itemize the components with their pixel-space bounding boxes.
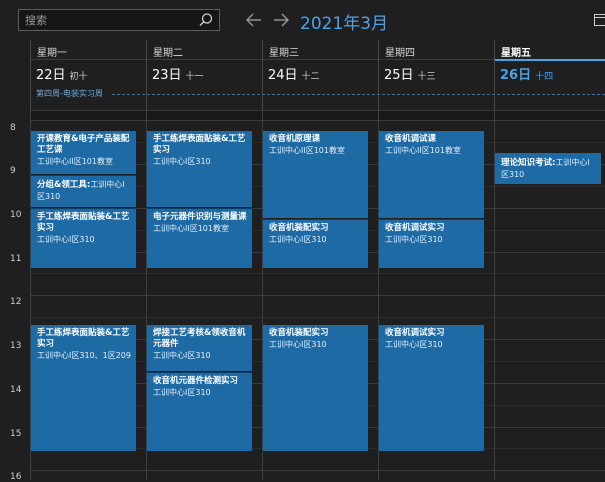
hour-label: 14 [10, 385, 21, 395]
event-title: 焊接工艺考核&领收音机元器件 [153, 328, 247, 350]
grid-line [30, 295, 605, 296]
event-title: 收音机调试实习 [385, 223, 479, 234]
event-thu-debug-pm[interactable]: 收音机调试实习 工训中心I区310 [379, 325, 484, 451]
event-location: 工训中心I区310 [385, 339, 479, 350]
hour-label: 8 [10, 123, 16, 133]
event-thu-debug-class[interactable]: 收音机调试课 工训中心II区101教室 [379, 131, 484, 218]
event-title: 手工练焊表面贴装&工艺实习 [37, 212, 131, 234]
day-header-wed[interactable]: 星期三 24日十二 [262, 40, 378, 110]
event-title: 收音机装配实习 [269, 223, 363, 234]
event-title: 收音机装配实习 [269, 328, 363, 339]
grid-line [30, 273, 605, 274]
hour-label: 11 [10, 254, 21, 264]
divider [263, 59, 378, 60]
date-number: 24日 [268, 68, 298, 83]
search-input[interactable] [25, 12, 195, 28]
grid-top-band [30, 110, 605, 120]
allday-event[interactable]: 第四周-电装实习周 [36, 88, 103, 99]
top-bar: 2021年3月 [0, 0, 605, 40]
date-label: 24日十二 [268, 64, 320, 83]
calendar-icon[interactable] [594, 14, 605, 26]
event-title: 收音机原理课 [269, 134, 363, 145]
date-label: 26日十四 [500, 64, 553, 83]
date-label: 22日初十 [36, 64, 88, 83]
event-wed-assembly[interactable]: 收音机装配实习 工训中心I区310 [263, 219, 368, 268]
event-fri-exam[interactable]: 理论知识考试:工训中心I区310 [495, 153, 601, 184]
weekday-label: 星期二 [153, 44, 183, 59]
event-title: 手工练焊表面贴装&工艺实习 [153, 134, 247, 156]
event-tue-exam[interactable]: 焊接工艺考核&领收音机元器件 工训中心I区310 [147, 325, 252, 371]
day-header-tue[interactable]: 星期二 23日十一 [146, 40, 262, 110]
event-title: 收音机调试实习 [385, 328, 479, 339]
hour-label: 10 [10, 210, 21, 220]
event-location: 工训中心I区310 [385, 234, 479, 245]
date-number: 26日 [500, 68, 531, 83]
event-location: 工训中心I区310 [269, 339, 363, 350]
divider [379, 59, 494, 60]
event-location: 工训中心I区310 [269, 234, 363, 245]
hour-label: 15 [10, 429, 21, 439]
event-location: 工训中心I区310 [153, 156, 247, 167]
event-title: 收音机调试课 [385, 134, 479, 145]
event-location: 工训中心II区101教室 [269, 145, 363, 156]
event-title: 收音机元器件检测实习 [153, 376, 247, 387]
event-tue-components[interactable]: 电子元器件识别与测量课 工训中心II区101教室 [147, 208, 252, 268]
event-wed-assembly-pm[interactable]: 收音机装配实习 工训中心I区310 [263, 325, 368, 451]
search-icon[interactable] [197, 11, 215, 29]
prev-arrow-icon[interactable] [244, 11, 264, 29]
weekday-label: 星期一 [37, 44, 67, 59]
date-label: 25日十三 [384, 64, 436, 83]
event-title: 理论知识考试: [501, 158, 555, 168]
event-location: 工训中心I区310 [153, 387, 247, 398]
event-location: 工训中心I区310 [37, 234, 131, 245]
event-title: 手工练焊表面贴装&工艺实习 [37, 328, 131, 350]
grid-line [30, 317, 605, 318]
event-tue-soldering[interactable]: 手工练焊表面贴装&工艺实习 工训中心I区310 [147, 131, 252, 207]
event-title: 分组&领工具: [37, 180, 90, 190]
event-location: 工训中心II区101教室 [385, 145, 479, 156]
event-title: 开课教育&电子产品装配工艺课 [37, 134, 131, 156]
lunar-date: 十三 [418, 72, 436, 82]
event-mon-intro[interactable]: 开课教育&电子产品装配工艺课 工训中心II区101教室 [31, 131, 136, 174]
grid-line [30, 470, 605, 471]
divider [31, 59, 146, 60]
allday-span-line [112, 94, 605, 95]
hour-label: 13 [10, 341, 21, 351]
event-wed-principle[interactable]: 收音机原理课 工训中心II区101教室 [263, 131, 368, 218]
month-title[interactable]: 2021年3月 [300, 9, 388, 34]
date-label: 23日十一 [152, 64, 204, 83]
lunar-date: 十二 [302, 72, 320, 82]
hour-label: 16 [10, 472, 21, 482]
search-box[interactable] [18, 9, 220, 31]
event-location: 工训中心I区310、1区209 [37, 350, 131, 361]
lunar-date: 初十 [70, 72, 88, 82]
weekday-label: 星期四 [385, 44, 415, 59]
event-mon-tools[interactable]: 分组&领工具:工训中心I区310 [31, 175, 136, 207]
event-thu-debug[interactable]: 收音机调试实习 工训中心I区310 [379, 219, 484, 268]
event-title: 电子元器件识别与测量课 [153, 212, 247, 223]
event-mon-soldering-pm[interactable]: 手工练焊表面贴装&工艺实习 工训中心I区310、1区209 [31, 325, 136, 451]
lunar-date: 十一 [186, 72, 204, 82]
event-location: 工训中心II区101教室 [153, 223, 247, 234]
lunar-date: 十四 [535, 72, 553, 82]
day-header-mon[interactable]: 星期一 22日初十 [30, 40, 146, 110]
divider [147, 59, 262, 60]
grid-line [30, 120, 605, 121]
next-arrow-icon[interactable] [271, 11, 291, 29]
date-number: 25日 [384, 68, 414, 83]
date-number: 23日 [152, 68, 182, 83]
date-number: 22日 [36, 68, 66, 83]
event-tue-inspection[interactable]: 收音机元器件检测实习 工训中心I区310 [147, 372, 252, 451]
hour-label: 12 [10, 297, 21, 307]
weekday-label: 星期三 [269, 44, 299, 59]
day-header-fri[interactable]: 星期五 26日十四 [494, 40, 605, 110]
weekday-label: 星期五 [501, 44, 531, 59]
event-location: 工训中心II区101教室 [37, 156, 131, 167]
hour-label: 9 [10, 166, 16, 176]
event-location: 工训中心I区310 [153, 350, 247, 361]
day-header-thu[interactable]: 星期四 25日十三 [378, 40, 494, 110]
grid-line [30, 110, 605, 111]
event-mon-soldering[interactable]: 手工练焊表面贴装&工艺实习 工训中心I区310 [31, 208, 136, 268]
today-indicator [495, 59, 605, 61]
